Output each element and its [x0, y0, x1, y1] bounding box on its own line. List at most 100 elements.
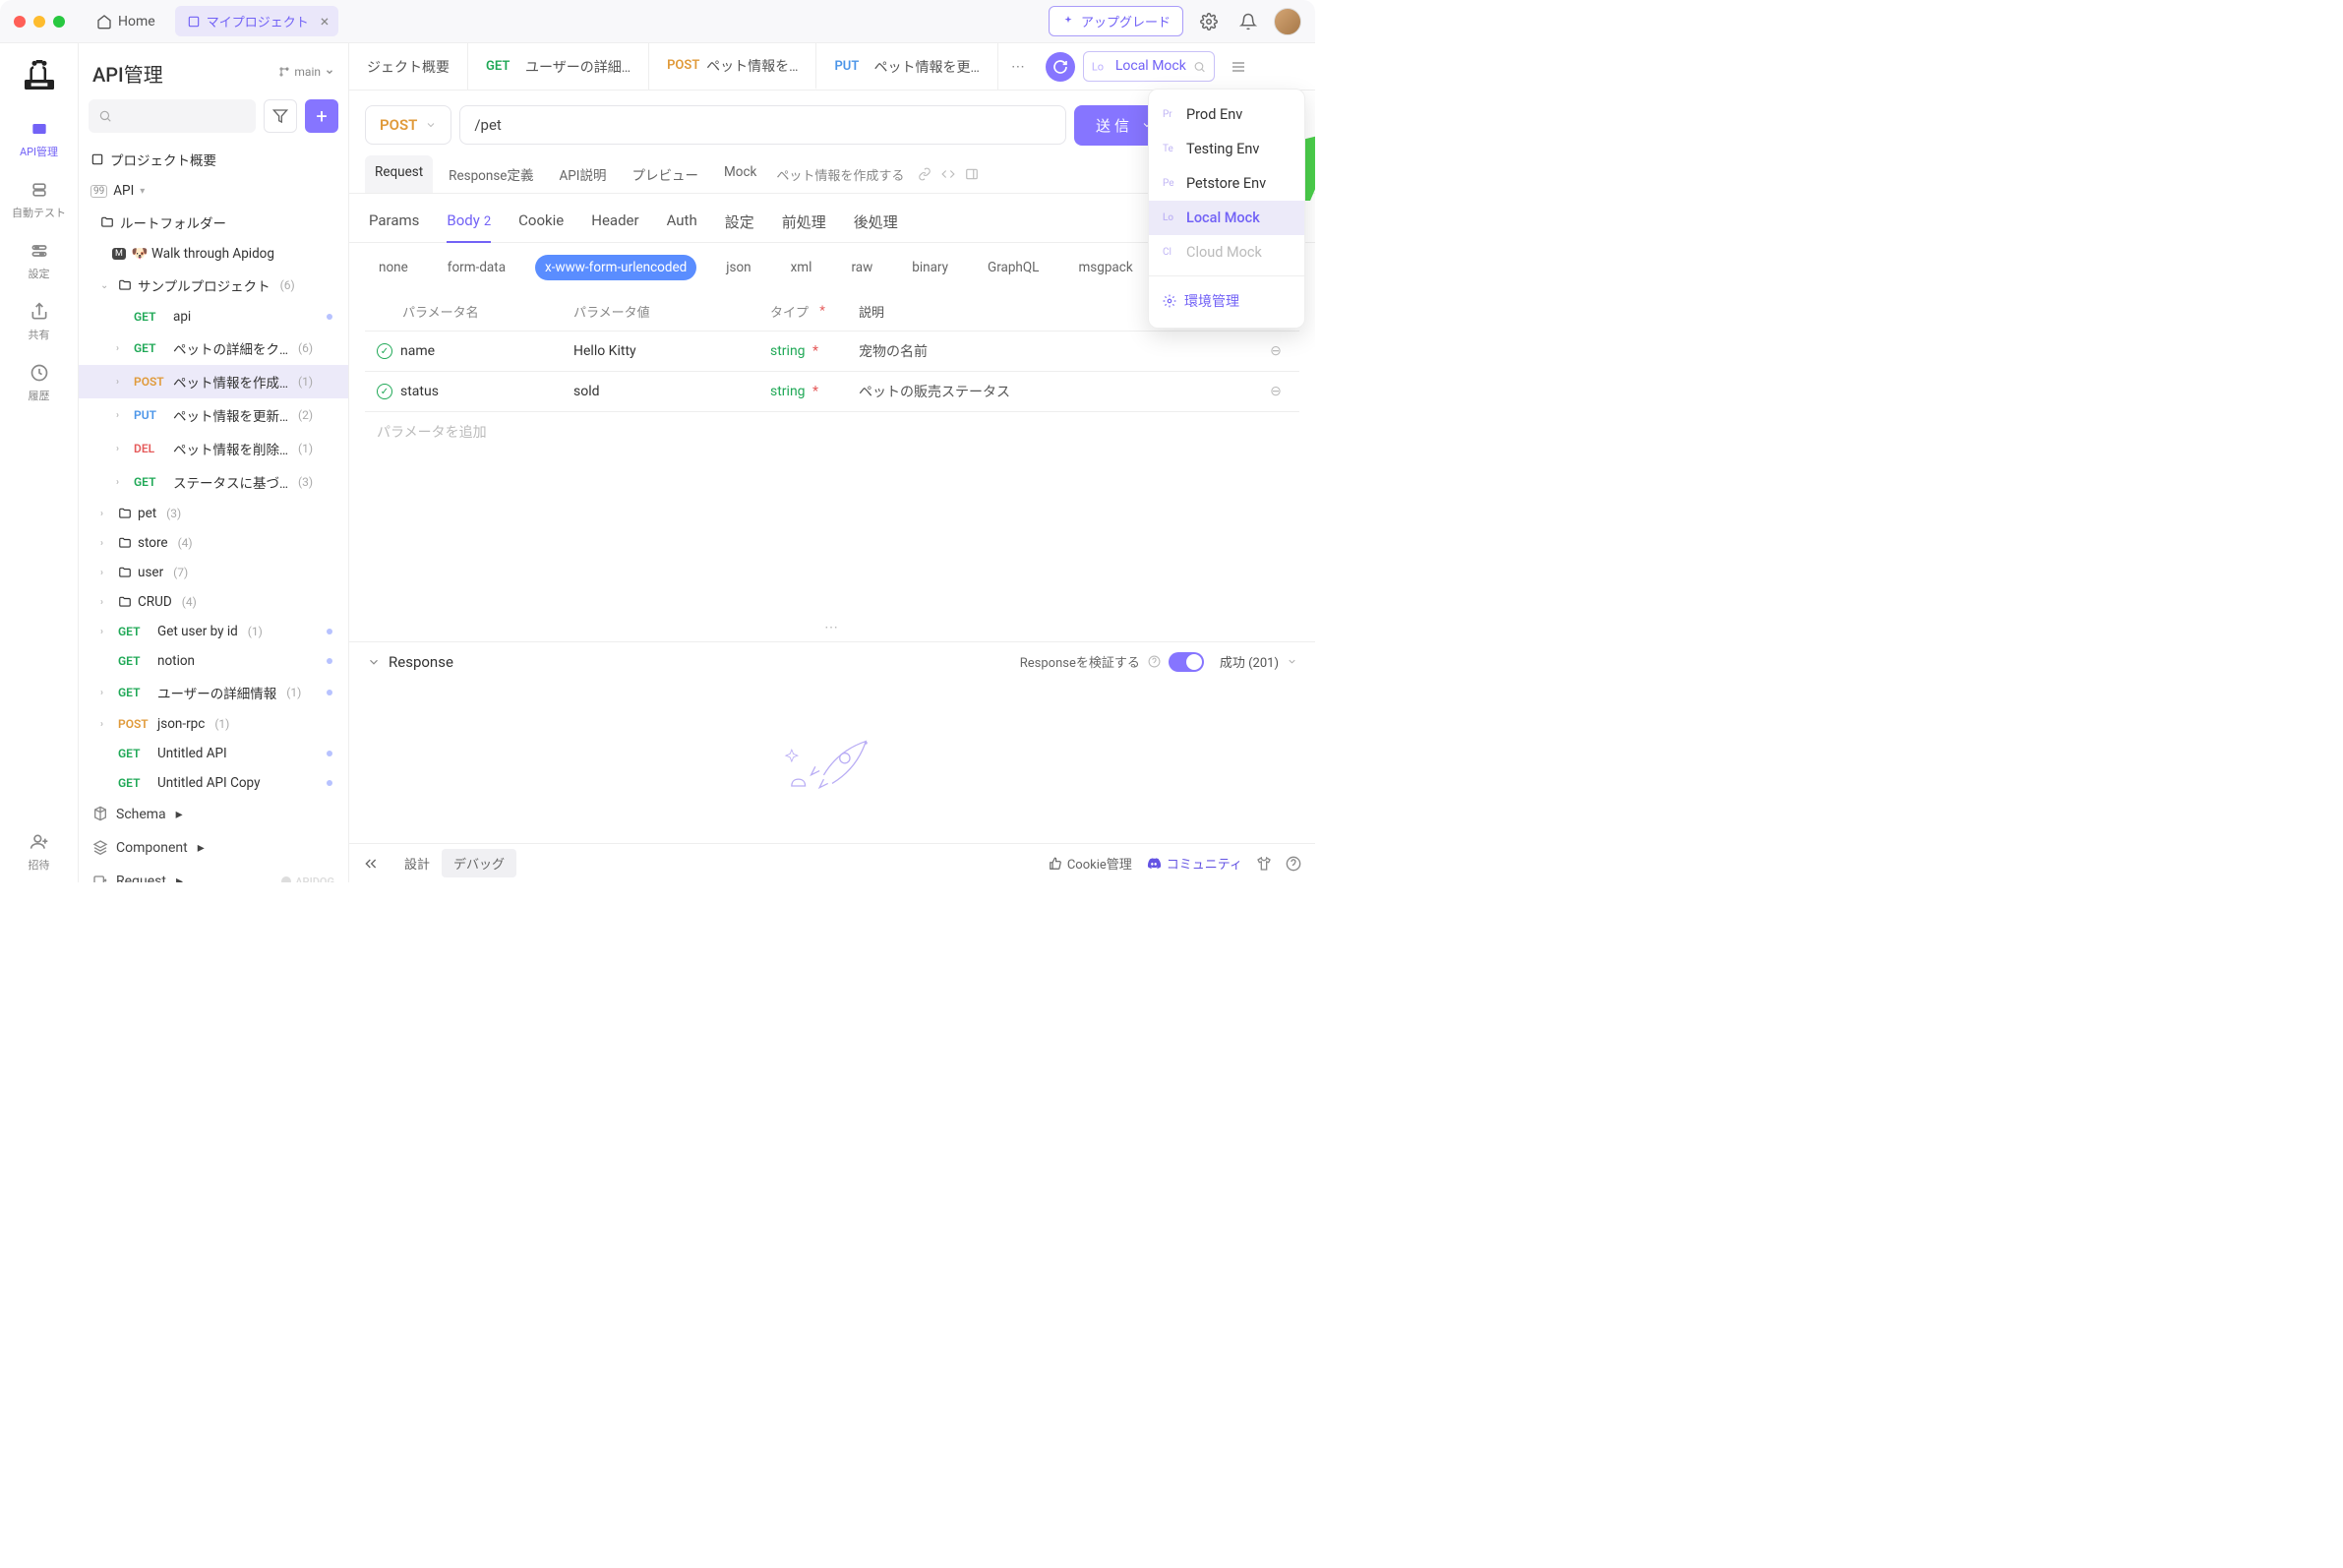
close-tab-icon[interactable]: × — [321, 12, 330, 30]
rail-history[interactable]: 履歴 — [10, 352, 69, 413]
rail-api[interactable]: API管理 — [10, 108, 69, 169]
subtab[interactable]: API説明 — [549, 155, 616, 193]
env-item[interactable]: ClCloud Mock — [1149, 235, 1304, 270]
check-icon[interactable]: ✓ — [377, 384, 392, 399]
remove-icon[interactable]: ⊖ — [1264, 384, 1288, 399]
mode-design[interactable]: 設計 — [392, 849, 442, 877]
tree-item[interactable]: ›GETペットの詳細をク…(6) — [79, 332, 348, 365]
tree-item[interactable]: GETnotion — [79, 646, 348, 676]
param-value[interactable]: Hello Kitty — [573, 343, 770, 359]
add-button[interactable]: + — [305, 99, 338, 133]
help-icon[interactable] — [1148, 655, 1161, 668]
min-window[interactable] — [33, 16, 45, 28]
close-window[interactable] — [14, 16, 26, 28]
subtab[interactable]: Mock — [714, 155, 766, 193]
tabs-more[interactable]: ⋯ — [998, 43, 1038, 90]
param-tab[interactable]: Auth — [667, 206, 697, 242]
tree-item[interactable]: GETapi — [79, 302, 348, 332]
tree-item[interactable]: ›PUTペット情報を更新…(2) — [79, 398, 348, 432]
home-button[interactable]: Home — [87, 10, 165, 33]
cookie-manage[interactable]: Cookie管理 — [1049, 854, 1132, 873]
max-window[interactable] — [53, 16, 65, 28]
tree-api-root[interactable]: 99 API ▾ — [79, 176, 348, 206]
link-icon[interactable] — [918, 167, 931, 181]
project-tab[interactable]: マイプロジェクト × — [175, 6, 339, 36]
section-component[interactable]: Component ▸ — [79, 831, 348, 865]
remove-icon[interactable]: ⊖ — [1264, 343, 1288, 359]
rail-settings[interactable]: 設定 — [10, 230, 69, 291]
tree-item[interactable]: ›POSTjson-rpc(1) — [79, 709, 348, 739]
env-item[interactable]: LoLocal Mock — [1149, 201, 1304, 235]
tree-folder[interactable]: ›user(7) — [79, 558, 348, 587]
panel-icon[interactable] — [965, 167, 979, 181]
tree-item[interactable]: ›POSTペット情報を作成…(1) — [79, 365, 348, 398]
tree-walk[interactable]: M 🐶 Walk through Apidog — [79, 239, 348, 269]
body-type[interactable]: x-www-form-urlencoded — [535, 255, 696, 280]
code-icon[interactable] — [941, 167, 955, 181]
env-item[interactable]: PrProd Env — [1149, 97, 1304, 132]
env-manage[interactable]: 環境管理 — [1149, 282, 1304, 320]
url-input[interactable]: /pet — [459, 105, 1066, 145]
tree-overview[interactable]: プロジェクト概要 — [79, 143, 348, 176]
tree-folder[interactable]: ›store(4) — [79, 528, 348, 558]
subtab[interactable]: プレビュー — [622, 155, 708, 193]
env-selector[interactable]: Lo Local Mock — [1083, 51, 1215, 82]
tree-item[interactable]: GETUntitled API — [79, 739, 348, 768]
body-type[interactable]: binary — [902, 255, 958, 280]
table-row[interactable]: ✓nameHello Kittystring *宠物の名前⊖ — [365, 331, 1299, 371]
check-icon[interactable]: ✓ — [377, 343, 392, 359]
param-tab[interactable]: 後処理 — [854, 206, 898, 242]
tab[interactable]: POSTペット情報を… — [649, 43, 816, 90]
upgrade-button[interactable]: アップグレード — [1049, 6, 1183, 36]
body-type[interactable]: form-data — [438, 255, 515, 280]
tree-folder[interactable]: ›CRUD(4) — [79, 587, 348, 617]
validate-toggle[interactable] — [1169, 652, 1204, 672]
collapse-icon[interactable] — [363, 856, 379, 872]
add-param[interactable]: パラメータを追加 — [365, 411, 1299, 452]
tree-folder[interactable]: ›pet(3) — [79, 499, 348, 528]
param-tab[interactable]: Body2 — [447, 206, 491, 242]
avatar[interactable] — [1274, 8, 1301, 35]
resize-handle[interactable]: ⋯ — [349, 614, 1315, 641]
method-select[interactable]: POST — [365, 105, 451, 145]
body-type[interactable]: GraphQL — [978, 255, 1049, 280]
branch-selector[interactable]: main — [278, 65, 334, 79]
help-icon[interactable] — [1286, 856, 1301, 872]
param-tab[interactable]: 前処理 — [782, 206, 826, 242]
tree-root-folder[interactable]: ルートフォルダー — [79, 206, 348, 239]
param-tab[interactable]: 設定 — [725, 206, 754, 242]
body-type[interactable]: json — [716, 255, 760, 280]
rail-autotest[interactable]: 自動テスト — [10, 169, 69, 230]
body-type[interactable]: none — [369, 255, 418, 280]
tree-item[interactable]: ›GETユーザーの詳細情報(1) — [79, 676, 348, 709]
filter-button[interactable] — [264, 99, 297, 133]
tree-item[interactable]: ›GETステータスに基づ…(3) — [79, 465, 348, 499]
tree-item[interactable]: ›GETGet user by id(1) — [79, 617, 348, 646]
env-item[interactable]: TeTesting Env — [1149, 132, 1304, 166]
param-tab[interactable]: Cookie — [518, 206, 564, 242]
param-tab[interactable]: Header — [591, 206, 638, 242]
tab[interactable]: ジェクト概要 — [349, 43, 468, 90]
tree-sample[interactable]: ⌄ サンプルプロジェクト (6) — [79, 269, 348, 302]
param-tab[interactable]: Params — [369, 206, 419, 242]
body-type[interactable]: xml — [781, 255, 822, 280]
tree-item[interactable]: ›DELペット情報を削除…(1) — [79, 432, 348, 465]
settings-icon[interactable] — [1195, 8, 1223, 35]
rail-invite[interactable]: 招待 — [10, 821, 69, 882]
subtab[interactable]: Request — [365, 155, 433, 193]
chevron-down-icon[interactable] — [367, 655, 381, 669]
search-input[interactable] — [89, 99, 256, 133]
param-value[interactable]: sold — [573, 384, 770, 399]
body-type[interactable]: msgpack — [1068, 255, 1142, 280]
body-type[interactable]: raw — [841, 255, 882, 280]
tab[interactable]: PUTペット情報を更… — [816, 43, 997, 90]
tree-item[interactable]: GETUntitled API Copy — [79, 768, 348, 798]
response-status[interactable]: 成功 (201) — [1220, 652, 1279, 671]
env-item[interactable]: PePetstore Env — [1149, 166, 1304, 201]
subtab[interactable]: Response定義 — [439, 155, 543, 193]
refresh-button[interactable] — [1046, 52, 1075, 82]
table-row[interactable]: ✓statussoldstring *ペットの販売ステータス⊖ — [365, 371, 1299, 411]
section-request[interactable]: Request ▸ APIDOG — [79, 865, 348, 882]
shirt-icon[interactable] — [1256, 856, 1272, 872]
community-link[interactable]: コミュニティ — [1146, 854, 1242, 873]
